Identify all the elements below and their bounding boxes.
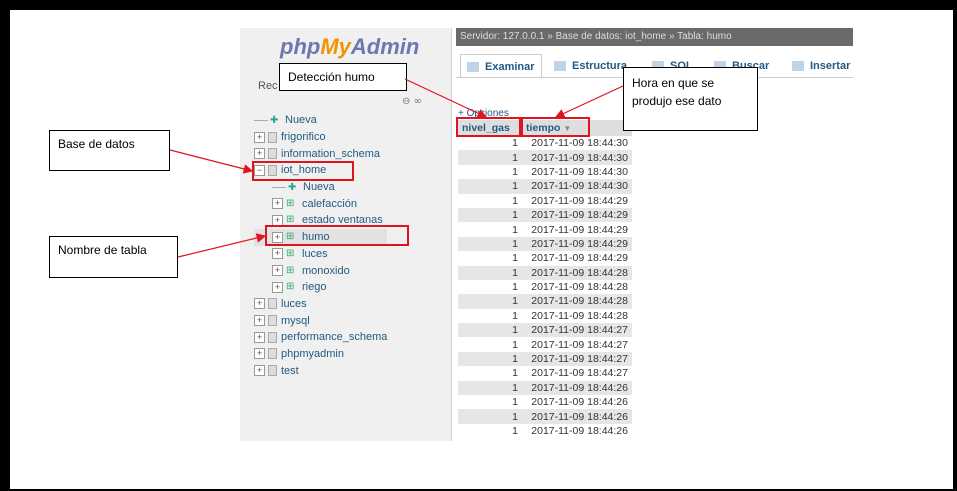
arrow-deteccion [404,78,488,118]
arrow-hora [554,85,624,118]
arrow-base-datos [169,149,254,174]
arrows-overlay [169,78,624,258]
arrow-nombre-tabla [177,233,267,258]
